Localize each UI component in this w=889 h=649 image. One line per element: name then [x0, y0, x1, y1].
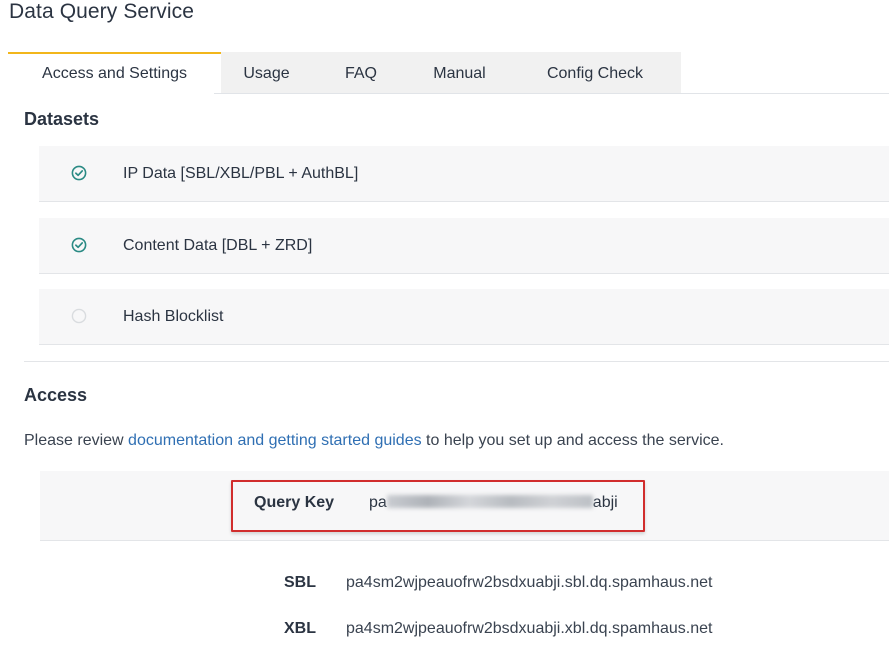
dataset-row-hash-blocklist: Hash Blocklist [39, 289, 889, 345]
tab-bar: Access and Settings Usage FAQ Manual Con… [8, 52, 889, 93]
tab-manual[interactable]: Manual [410, 52, 509, 93]
redacted-blur [386, 495, 593, 508]
access-intro: Please review documentation and getting … [24, 432, 724, 450]
tab-config-check[interactable]: Config Check [509, 52, 681, 93]
empty-circle-icon [71, 308, 87, 324]
zone-label: SBL [284, 574, 316, 591]
check-circle-icon [71, 237, 87, 253]
documentation-link[interactable]: documentation and getting started guides [128, 432, 422, 449]
dataset-row-ip-data: IP Data [SBL/XBL/PBL + AuthBL] [39, 146, 889, 202]
datasets-heading: Datasets [24, 109, 100, 129]
page-title: Data Query Service [9, 0, 195, 23]
check-circle-icon [71, 165, 87, 181]
dataset-label: Hash Blocklist [123, 308, 224, 325]
intro-text-before: Please review [24, 432, 129, 449]
tab-faq[interactable]: FAQ [312, 52, 410, 93]
dataset-label: IP Data [SBL/XBL/PBL + AuthBL] [123, 165, 359, 182]
section-divider [24, 361, 889, 362]
query-key-prefix: pa [369, 494, 387, 511]
zone-label: XBL [284, 620, 316, 637]
query-key-suffix: abji [592, 494, 618, 511]
query-key-value[interactable]: pa abji [369, 494, 618, 512]
dataset-row-content-data: Content Data [DBL + ZRD] [39, 218, 889, 274]
intro-text-after: to help you set up and access the servic… [421, 432, 724, 449]
dataset-label: Content Data [DBL + ZRD] [123, 237, 313, 254]
tab-usage[interactable]: Usage [221, 52, 312, 93]
tab-access-and-settings[interactable]: Access and Settings [8, 52, 221, 93]
zone-value[interactable]: pa4sm2wjpeauofrw2bsdxuabji.xbl.dq.spamha… [346, 620, 712, 638]
query-key-label: Query Key [254, 494, 335, 511]
tab-underline [214, 93, 889, 94]
zone-value[interactable]: pa4sm2wjpeauofrw2bsdxuabji.sbl.dq.spamha… [346, 574, 712, 592]
access-heading: Access [24, 385, 88, 405]
